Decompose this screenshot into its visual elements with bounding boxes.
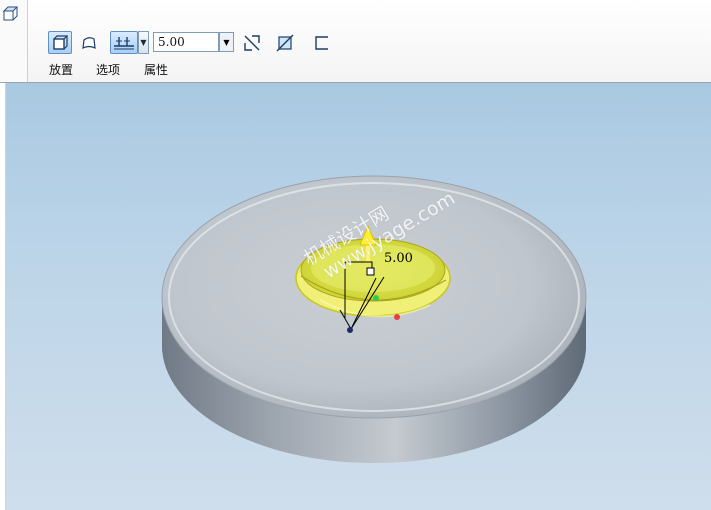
- blind-depth-icon: [114, 36, 134, 49]
- base-disk[interactable]: [161, 175, 587, 463]
- chevron-down-icon: ▼: [140, 38, 147, 47]
- dimension-value-label[interactable]: 5.00: [384, 251, 413, 266]
- depth-value-input[interactable]: 5.00: [153, 32, 219, 52]
- surface-icon: [82, 36, 96, 49]
- depth-value-dropdown[interactable]: ▼: [219, 32, 234, 52]
- thicken-sketch-icon: [315, 35, 328, 50]
- viewport-left-edge: [0, 83, 6, 510]
- dashboard-gutter: [0, 0, 28, 82]
- depth-option-dropdown[interactable]: ▼: [138, 31, 149, 54]
- thicken-sketch-button[interactable]: [310, 31, 334, 54]
- remove-material-icon: [276, 34, 294, 51]
- graphics-viewport[interactable]: 5.00 机械设计网 www.jyage.com: [0, 83, 711, 510]
- extrude-surface-button[interactable]: [77, 31, 101, 54]
- flip-direction-icon: [244, 34, 260, 51]
- tab-options[interactable]: 选项: [96, 61, 120, 78]
- model-canvas[interactable]: [0, 83, 711, 510]
- solid-icon: [53, 34, 68, 50]
- dimension-handle[interactable]: [366, 267, 375, 276]
- extrude-solid-button[interactable]: [48, 31, 72, 54]
- tab-properties[interactable]: 属性: [144, 61, 168, 78]
- remove-material-button[interactable]: [273, 31, 297, 54]
- feature-dashboard: ▼ 5.00 ▼ 放置 选项 属性: [0, 0, 711, 83]
- depth-option-button[interactable]: [110, 31, 138, 54]
- extrude-feature-icon: [3, 6, 19, 21]
- tab-placement[interactable]: 放置: [49, 61, 73, 78]
- flip-direction-button[interactable]: [240, 31, 264, 54]
- chevron-down-icon: ▼: [223, 37, 230, 47]
